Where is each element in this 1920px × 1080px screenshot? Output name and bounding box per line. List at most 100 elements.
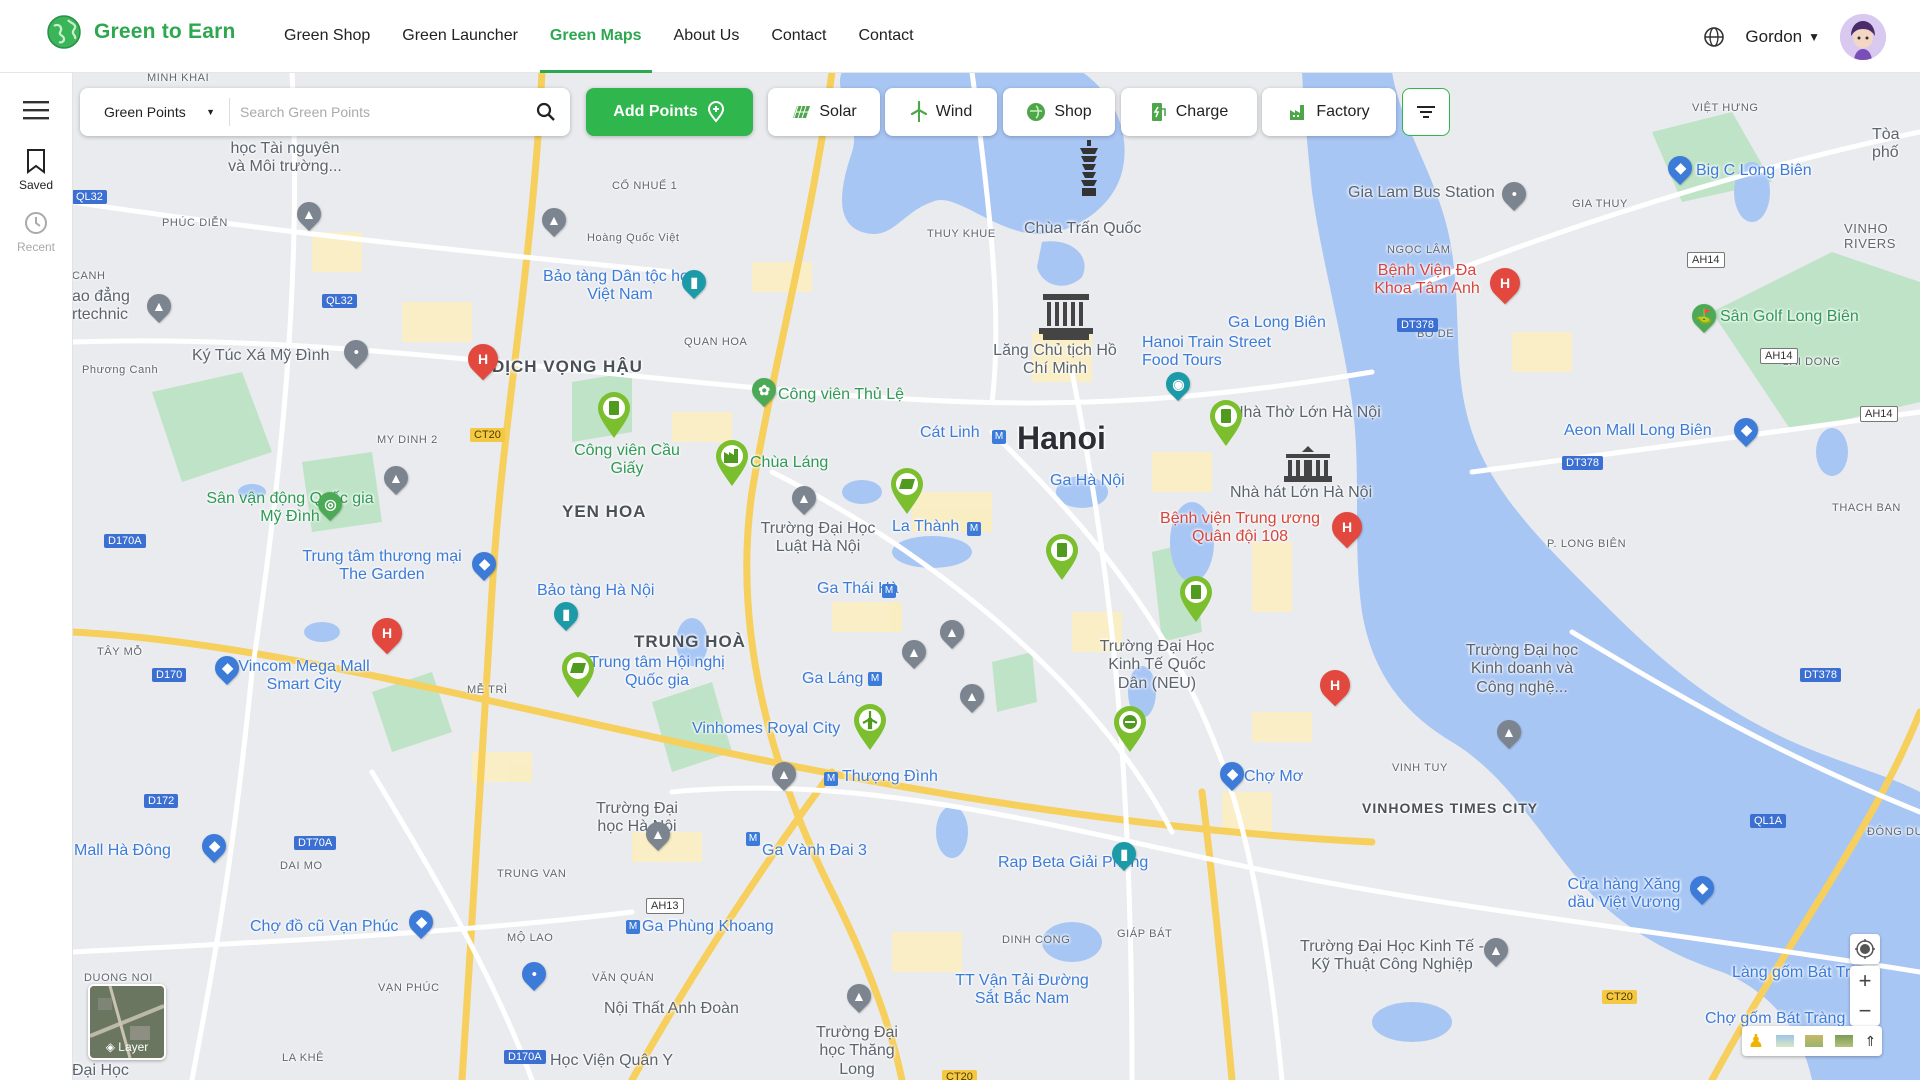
green-point-wind-pin[interactable] — [850, 702, 890, 752]
poi-bao-tang-ha-noi[interactable]: Bảo tàng Hà Nội — [537, 582, 654, 600]
poi-trung-tam-thuong-mai[interactable]: Trung tâm thương mại The Garden — [292, 548, 472, 585]
poi-thuong-dinh[interactable]: Thượng Đình — [842, 768, 938, 786]
metro-icon[interactable]: M — [824, 772, 838, 786]
poi-ga-long-bien[interactable]: Ga Long Biên — [1228, 314, 1326, 332]
area-quan-hoa: QUAN HOA — [684, 336, 748, 348]
poi-noi-that[interactable]: Nội Thất Anh Đoàn — [604, 1000, 739, 1018]
chip-factory[interactable]: Factory — [1262, 88, 1396, 136]
zoom-in-button[interactable]: + — [1850, 966, 1880, 996]
metro-icon[interactable]: M — [746, 832, 760, 846]
poi-gia-lam-bus[interactable]: Gia Lam Bus Station — [1348, 184, 1495, 202]
nav-contact[interactable]: Contact — [755, 0, 842, 72]
poi-san-golf[interactable]: Sân Golf Long Biên — [1720, 308, 1859, 326]
nav-green-maps[interactable]: Green Maps — [534, 0, 658, 73]
poi-ga-lang[interactable]: Ga Láng — [802, 670, 863, 688]
map-canvas[interactable]: DỊCH VỌNG HẬU YEN HOA TRUNG HOÀ VINHOMES… — [72, 72, 1920, 1080]
metro-icon[interactable]: M — [868, 672, 882, 686]
chip-solar[interactable]: Solar — [768, 88, 880, 136]
metro-icon[interactable]: M — [992, 430, 1006, 444]
green-point-charge-pin[interactable] — [1042, 532, 1082, 582]
filter-button[interactable] — [1402, 88, 1450, 136]
search-input[interactable] — [230, 103, 522, 121]
poi-la-thanh[interactable]: La Thành — [892, 518, 959, 536]
expand-up-icon[interactable]: ⇑ — [1864, 1033, 1876, 1050]
avatar[interactable] — [1840, 14, 1886, 60]
poi-vinhomes-royal[interactable]: Vinhomes Royal City — [692, 720, 840, 738]
poi-benh-vien-108[interactable]: Bệnh viện Trung ương Quân đội 108 — [1160, 510, 1320, 547]
add-points-button[interactable]: Add Points — [586, 88, 753, 136]
nav-green-launcher[interactable]: Green Launcher — [386, 0, 534, 72]
terrain-thumbnail-icon[interactable] — [1775, 1035, 1794, 1047]
poi-dai-hoc[interactable]: Đại Học — [72, 1062, 129, 1080]
green-point-charge-pin[interactable] — [1206, 398, 1246, 448]
green-point-solar-pin[interactable] — [558, 650, 598, 700]
poi-cho-do-cu[interactable]: Chợ đồ cũ Vạn Phúc — [250, 918, 398, 936]
menu-button[interactable] — [0, 100, 72, 120]
chip-charge[interactable]: Charge — [1121, 88, 1257, 136]
category-select[interactable]: Green Points ▼ — [80, 98, 230, 126]
poi-lang-chu-tich[interactable]: Lăng Chủ tịch Hồ Chí Minh — [990, 342, 1120, 379]
poi-truong-kinh-doanh[interactable]: Trường Đại học Kinh doanh và Công nghệ..… — [1462, 642, 1582, 697]
metro-icon[interactable]: M — [967, 522, 981, 536]
green-point-shop-pin[interactable] — [1110, 704, 1150, 754]
crosshair-icon — [1855, 939, 1875, 959]
user-area: Gordon ▼ — [1703, 14, 1886, 60]
poi-mall-ha-dong[interactable]: Mall Hà Đông — [74, 842, 171, 860]
user-menu[interactable]: Gordon ▼ — [1745, 27, 1820, 47]
poi-benh-vien-tam-anh[interactable]: Bệnh Viện Đa Khoa Tâm Anh — [1362, 262, 1492, 299]
poi-cong-vien-thu-le[interactable]: Công viên Thủ Lệ — [778, 386, 904, 404]
poi-nha-tho-lon[interactable]: Nhà Thờ Lớn Hà Nội — [1232, 404, 1381, 422]
route-shield: DT70A — [294, 836, 337, 850]
poi-cong-vien-cau-giay[interactable]: Công viên Cầu Giấy — [572, 442, 682, 479]
poi-cua-hang-xang[interactable]: Cửa hàng Xăng dầu Việt Vương — [1554, 876, 1694, 913]
poi-hanoi-train[interactable]: Hanoi Train Street Food Tours — [1142, 334, 1292, 371]
nav-contact-2[interactable]: Contact — [842, 0, 929, 72]
imagery-thumbnail-icon[interactable] — [1805, 1035, 1824, 1047]
my-location-button[interactable] — [1850, 934, 1880, 964]
poi-truong-dai-hoc-luat[interactable]: Trường Đại Học Luật Hà Nội — [758, 520, 878, 557]
nav-about-us[interactable]: About Us — [658, 0, 756, 72]
saved-button[interactable]: Saved — [0, 148, 72, 192]
poi-big-c[interactable]: Big C Long Biên — [1696, 162, 1812, 180]
poi-vincom-mega[interactable]: Vincom Mega Mall Smart City — [234, 658, 374, 695]
green-point-solar-pin[interactable] — [887, 466, 927, 516]
poi-ga-vanh-dai-3[interactable]: Ga Vành Đai 3 — [762, 842, 867, 860]
green-point-charge-pin[interactable] — [594, 390, 634, 440]
poi-truong-thang-long[interactable]: Trường Đại học Thăng Long — [812, 1024, 902, 1079]
chip-shop[interactable]: Shop — [1003, 88, 1115, 136]
pegman-icon[interactable]: ♟ — [1748, 1031, 1764, 1052]
chip-wind[interactable]: Wind — [885, 88, 997, 136]
poi-hoc-vien[interactable]: Học Viện Quân Y — [550, 1052, 673, 1070]
poi-cat-linh[interactable]: Cát Linh — [920, 424, 980, 442]
poi-chua-tran-quoc[interactable]: Chùa Trấn Quốc — [1024, 220, 1141, 238]
zoom-out-button[interactable]: − — [1850, 996, 1880, 1026]
globe-icon[interactable] — [1703, 26, 1725, 48]
poi-tt-van-tai[interactable]: TT Vận Tải Đường Sắt Bắc Nam — [942, 972, 1102, 1009]
green-point-factory-pin[interactable] — [712, 438, 752, 488]
poi-truong-kinh-te-ky-thuat[interactable]: Trường Đại Học Kinh Tế - Kỹ Thuật Công N… — [1292, 938, 1492, 975]
poi-bao-tang-dan-toc[interactable]: Bảo tàng Dân tộc học Việt Nam — [540, 268, 700, 305]
poi-ga-phung-khoang[interactable]: Ga Phùng Khoang — [642, 918, 774, 936]
metro-icon[interactable]: M — [626, 920, 640, 934]
layer-button[interactable]: ◈ Layer — [88, 984, 166, 1060]
poi-cho-mo[interactable]: Chợ Mơ — [1244, 768, 1303, 786]
shop-icon — [1027, 103, 1046, 121]
satellite-thumbnail-icon[interactable] — [1834, 1035, 1853, 1047]
poi-hoc-tai[interactable]: học Tài nguyên và Môi trường... — [220, 140, 350, 177]
poi-nha-hat-lon[interactable]: Nhà hát Lớn Hà Nội — [1230, 484, 1372, 502]
poi-san-van-dong[interactable]: Sân vận động Quốc gia Mỹ Đình — [200, 490, 380, 527]
poi-chua-lang[interactable]: Chùa Láng — [750, 454, 828, 472]
poi-ga-ha-noi[interactable]: Ga Hà Nội — [1050, 472, 1125, 490]
poi-truong-dai-hoc-ha-noi[interactable]: Trường Đại học Hà Nội — [582, 800, 692, 837]
nav-green-shop[interactable]: Green Shop — [268, 0, 386, 72]
poi-toa-pho[interactable]: Tòa phố — [1872, 126, 1920, 163]
recent-button[interactable]: Recent — [0, 210, 72, 254]
search-button[interactable] — [522, 102, 570, 122]
poi-aeon-mall[interactable]: Aeon Mall Long Biên — [1564, 422, 1712, 440]
green-point-charge-pin[interactable] — [1176, 574, 1216, 624]
brand-logo[interactable]: Green to Earn — [46, 14, 235, 50]
poi-trung-tam-hoi-nghi[interactable]: Trung tâm Hội nghị Quốc gia — [582, 654, 732, 691]
poi-truong-neu[interactable]: Trường Đại Học Kinh Tế Quốc Dân (NEU) — [1092, 638, 1222, 693]
metro-icon[interactable]: M — [882, 584, 896, 598]
poi-ky-tuc-xa[interactable]: Ký Túc Xá Mỹ Đình — [192, 347, 330, 365]
